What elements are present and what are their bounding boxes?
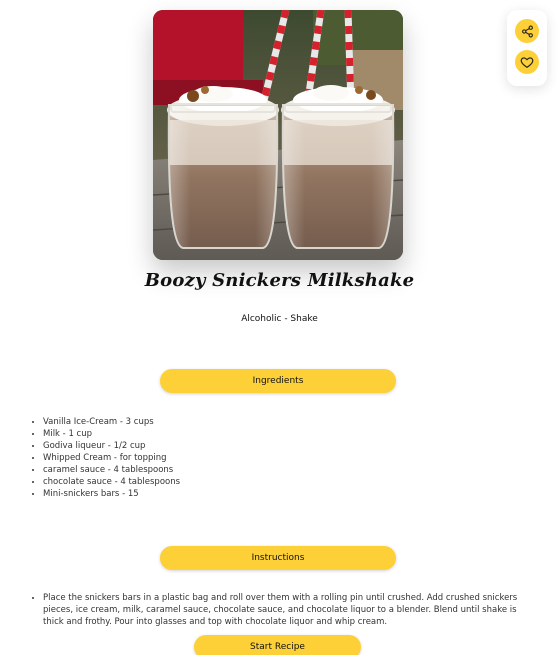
recipe-title: Boozy Snickers Milkshake: [144, 270, 415, 291]
ingredient-item: Godiva liqueur - 1/2 cup: [43, 440, 180, 452]
ingredient-item: Milk - 1 cup: [43, 428, 180, 440]
ingredient-item: Whipped Cream - for topping: [43, 452, 180, 464]
favorite-button[interactable]: [515, 50, 539, 74]
instructions-list: Place the snickers bars in a plastic bag…: [30, 592, 533, 628]
instruction-item: Place the snickers bars in a plastic bag…: [43, 592, 533, 628]
instructions-button[interactable]: Instructions: [160, 546, 396, 570]
recipe-category: Alcoholic - Shake: [241, 314, 318, 324]
share-icon: [521, 25, 533, 37]
ingredients-button[interactable]: Ingredients: [160, 369, 396, 393]
heart-icon: [520, 57, 534, 68]
action-panel: [507, 10, 547, 86]
recipe-page: Boozy Snickers Milkshake Alcoholic - Sha…: [0, 0, 559, 655]
milkshake-image: [153, 10, 403, 260]
ingredient-item: chocolate sauce - 4 tablespoons: [43, 476, 180, 488]
start-recipe-button[interactable]: Start Recipe: [194, 635, 361, 655]
recipe-photo: [153, 10, 403, 260]
ingredients-list: Vanilla Ice-Cream - 3 cups Milk - 1 cup …: [30, 416, 180, 500]
ingredient-item: caramel sauce - 4 tablespoons: [43, 464, 180, 476]
ingredient-item: Vanilla Ice-Cream - 3 cups: [43, 416, 180, 428]
ingredient-item: Mini-snickers bars - 15: [43, 488, 180, 500]
share-button[interactable]: [515, 19, 539, 43]
